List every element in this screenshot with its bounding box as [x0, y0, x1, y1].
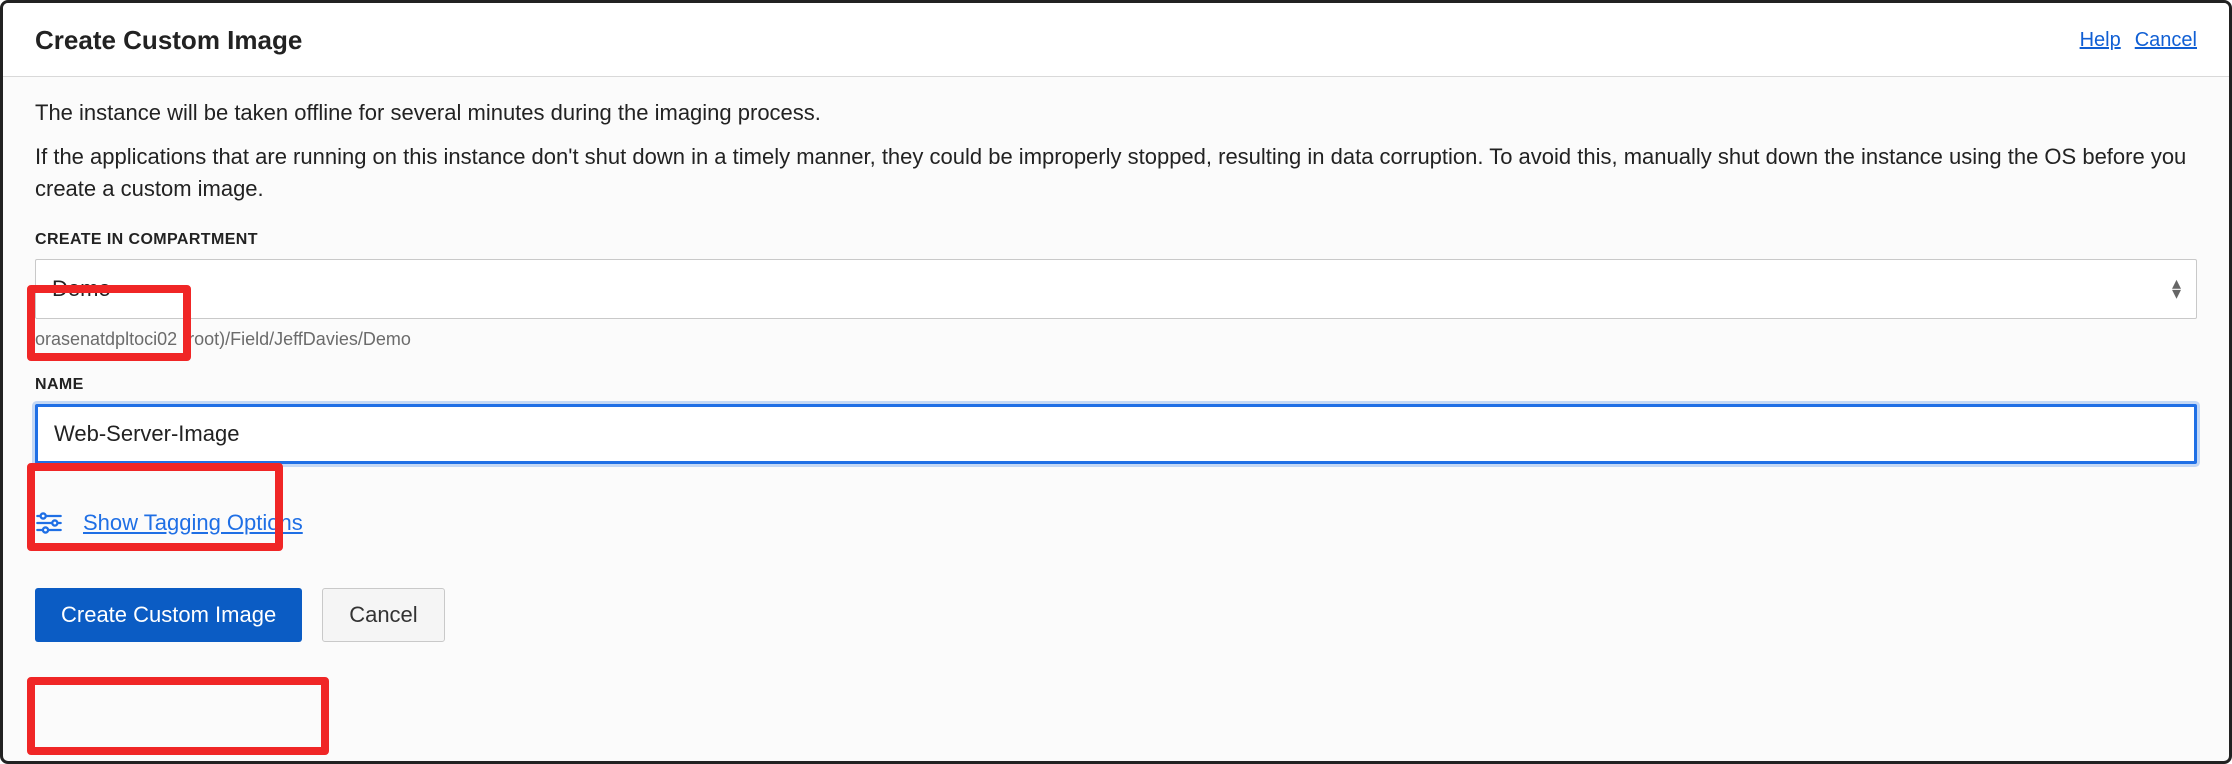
name-input[interactable] [35, 404, 2197, 464]
cancel-link-top[interactable]: Cancel [2135, 29, 2197, 52]
create-custom-image-button[interactable]: Create Custom Image [35, 588, 302, 642]
create-custom-image-dialog: Create Custom Image Help Cancel The inst… [0, 0, 2232, 764]
dialog-title: Create Custom Image [35, 25, 302, 56]
compartment-breadcrumb: orasenatdpltoci02 (root)/Field/JeffDavie… [35, 329, 2197, 350]
compartment-select[interactable] [35, 259, 2197, 319]
compartment-label: CREATE IN COMPARTMENT [35, 231, 2197, 249]
tagging-row: Show Tagging Options [35, 510, 2197, 536]
compartment-select-wrap: ▴▾ [35, 259, 2197, 319]
dialog-body: The instance will be taken offline for s… [3, 77, 2229, 670]
filter-settings-icon [35, 511, 63, 535]
show-tagging-options-link[interactable]: Show Tagging Options [83, 510, 303, 536]
highlight-box [27, 677, 329, 755]
description-line-1: The instance will be taken offline for s… [35, 97, 2197, 129]
cancel-button[interactable]: Cancel [322, 588, 444, 642]
name-label: NAME [35, 376, 2197, 394]
header-links: Help Cancel [2080, 29, 2197, 52]
dialog-header: Create Custom Image Help Cancel [3, 3, 2229, 77]
dialog-actions: Create Custom Image Cancel [35, 588, 2197, 642]
description-line-2: If the applications that are running on … [35, 141, 2197, 205]
help-link[interactable]: Help [2080, 29, 2121, 52]
